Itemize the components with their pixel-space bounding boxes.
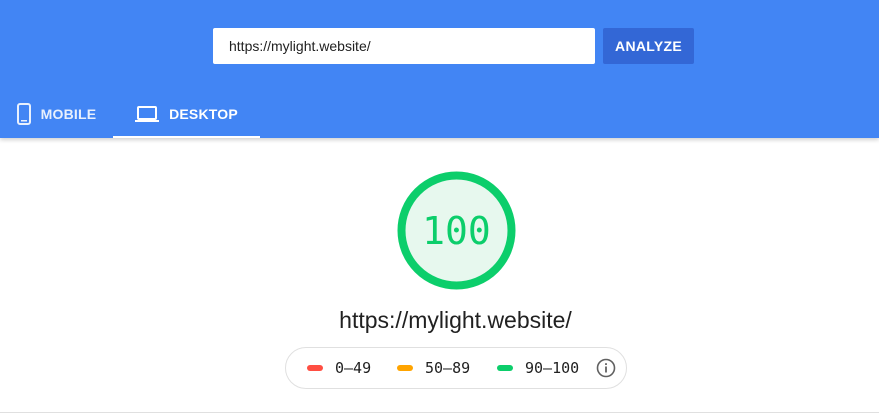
legend-swatch-average [397, 365, 413, 371]
legend-item-pass: 90–100 [497, 359, 579, 377]
legend-label-fail: 0–49 [335, 359, 372, 377]
smartphone-icon [16, 103, 31, 125]
legend-item-fail: 0–49 [307, 359, 371, 377]
legend-swatch-pass [497, 365, 513, 371]
tab-desktop[interactable]: DESKTOP [113, 90, 260, 138]
legend-label-average: 50–89 [425, 359, 471, 377]
laptop-icon [135, 106, 160, 122]
analyze-button[interactable]: ANALYZE [603, 28, 694, 64]
header-bar: ANALYZE MOBILE DESKTOP [0, 0, 879, 138]
tab-desktop-label: DESKTOP [169, 106, 238, 122]
divider [0, 412, 879, 413]
tab-mobile-label: MOBILE [40, 106, 97, 122]
legend-label-pass: 90–100 [525, 359, 580, 377]
score-value: 100 [422, 208, 491, 253]
score-legend: 0–49 50–89 90–100 [285, 347, 627, 389]
tested-url: https://mylight.website/ [339, 307, 572, 333]
info-icon[interactable] [596, 358, 616, 378]
legend-item-average: 50–89 [397, 359, 470, 377]
legend-swatch-fail [307, 365, 323, 371]
tab-mobile[interactable]: MOBILE [0, 90, 113, 138]
url-input[interactable] [213, 28, 595, 64]
